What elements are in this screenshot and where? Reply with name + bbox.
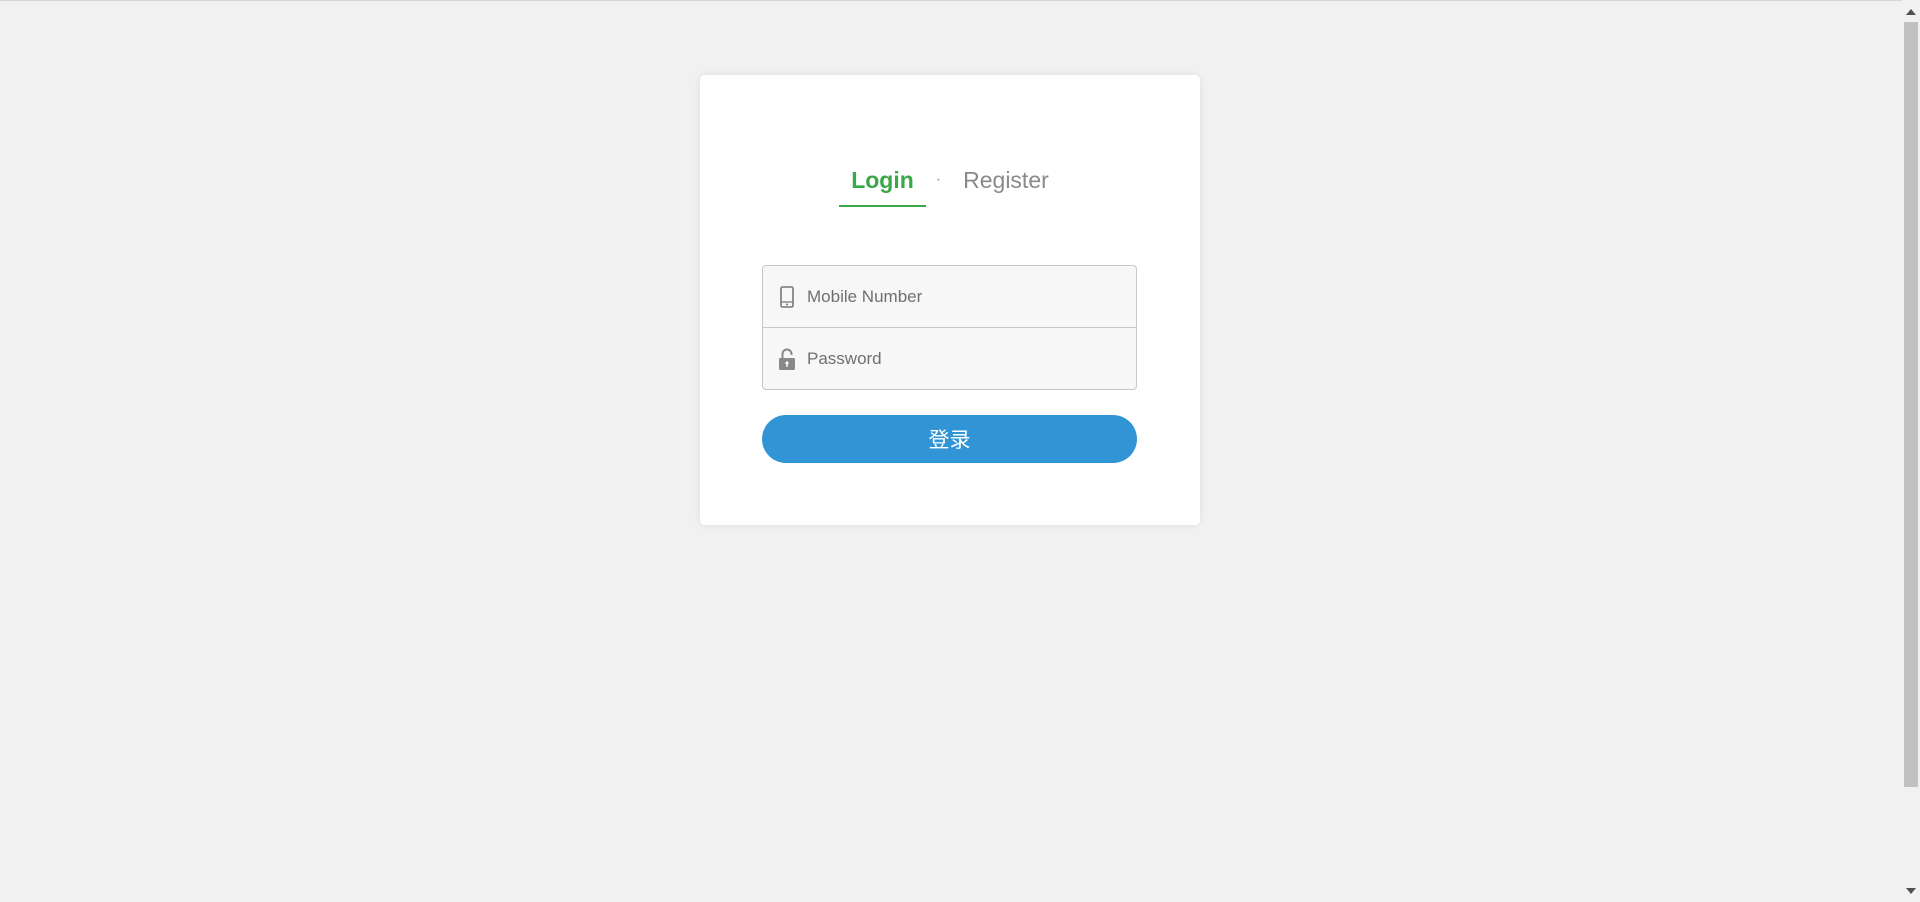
scroll-up-arrow-icon[interactable] — [1902, 3, 1920, 20]
login-form-fields — [762, 265, 1137, 390]
top-border — [0, 0, 1902, 1]
tab-login[interactable]: Login — [839, 157, 926, 207]
login-card: Login · Register Mobile Number 登录 — [700, 75, 1200, 525]
mobile-field-row — [763, 266, 1136, 327]
lock-icon — [777, 346, 797, 372]
mobile-phone-icon — [777, 284, 797, 310]
tab-register[interactable]: Register — [951, 157, 1061, 205]
mobile-number-input[interactable] — [807, 276, 1127, 317]
password-field-row — [763, 327, 1136, 389]
tab-separator: · — [935, 171, 942, 188]
login-button[interactable]: 登录 — [762, 415, 1137, 463]
scrollbar-thumb[interactable] — [1904, 22, 1918, 787]
vertical-scrollbar[interactable] — [1902, 0, 1920, 902]
scroll-down-arrow-icon[interactable] — [1902, 882, 1920, 899]
password-input[interactable] — [807, 338, 1127, 379]
auth-tabs: Login · Register — [700, 157, 1200, 207]
